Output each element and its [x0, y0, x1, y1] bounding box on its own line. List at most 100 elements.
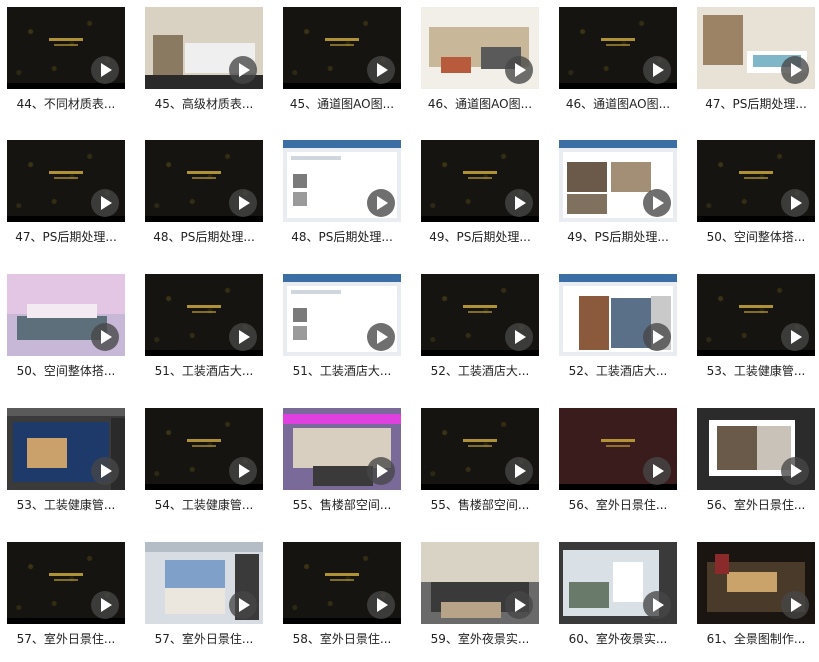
- video-title[interactable]: 47、PS后期处理...: [697, 96, 815, 112]
- play-icon[interactable]: [367, 56, 395, 84]
- video-card[interactable]: 47、PS后期处理...: [7, 140, 125, 260]
- play-icon[interactable]: [781, 457, 809, 485]
- video-thumbnail[interactable]: [559, 7, 677, 89]
- video-thumbnail[interactable]: [697, 7, 815, 89]
- video-title[interactable]: 47、PS后期处理...: [7, 229, 125, 245]
- video-title[interactable]: 52、工装酒店大...: [559, 363, 677, 379]
- play-icon[interactable]: [91, 591, 119, 619]
- play-icon[interactable]: [91, 56, 119, 84]
- video-title[interactable]: 52、工装酒店大...: [421, 363, 539, 379]
- video-thumbnail[interactable]: [145, 140, 263, 222]
- video-thumbnail[interactable]: [145, 274, 263, 356]
- video-title[interactable]: 57、室外日景住...: [7, 631, 125, 647]
- video-card[interactable]: 61、全景图制作...: [697, 542, 815, 662]
- video-title[interactable]: 59、室外夜景实...: [421, 631, 539, 647]
- video-card[interactable]: 57、室外日景住...: [145, 542, 263, 662]
- play-icon[interactable]: [91, 189, 119, 217]
- video-card[interactable]: 57、室外日景住...: [7, 542, 125, 662]
- video-thumbnail[interactable]: [697, 542, 815, 624]
- play-icon[interactable]: [643, 457, 671, 485]
- video-title[interactable]: 57、室外日景住...: [145, 631, 263, 647]
- play-icon[interactable]: [505, 56, 533, 84]
- video-card[interactable]: 58、室外日景住...: [283, 542, 401, 662]
- video-thumbnail[interactable]: [7, 274, 125, 356]
- video-title[interactable]: 61、全景图制作...: [697, 631, 815, 647]
- video-card[interactable]: 59、室外夜景实...: [421, 542, 539, 662]
- video-thumbnail[interactable]: [697, 274, 815, 356]
- play-icon[interactable]: [229, 457, 257, 485]
- video-card[interactable]: 48、PS后期处理...: [145, 140, 263, 260]
- video-title[interactable]: 46、通道图AO图...: [559, 96, 677, 112]
- play-icon[interactable]: [781, 56, 809, 84]
- video-title[interactable]: 45、高级材质表...: [145, 96, 263, 112]
- play-icon[interactable]: [643, 591, 671, 619]
- video-title[interactable]: 48、PS后期处理...: [283, 229, 401, 245]
- play-icon[interactable]: [367, 457, 395, 485]
- video-card[interactable]: 50、空间整体搭...: [7, 274, 125, 394]
- video-title[interactable]: 53、工装健康管...: [7, 497, 125, 513]
- video-title[interactable]: 46、通道图AO图...: [421, 96, 539, 112]
- video-thumbnail[interactable]: [145, 542, 263, 624]
- play-icon[interactable]: [229, 323, 257, 351]
- video-card[interactable]: 46、通道图AO图...: [421, 7, 539, 127]
- video-title[interactable]: 48、PS后期处理...: [145, 229, 263, 245]
- video-thumbnail[interactable]: [145, 408, 263, 490]
- video-card[interactable]: 53、工装健康管...: [7, 408, 125, 528]
- video-thumbnail[interactable]: [283, 542, 401, 624]
- video-thumbnail[interactable]: [421, 408, 539, 490]
- video-title[interactable]: 50、空间整体搭...: [7, 363, 125, 379]
- video-card[interactable]: 60、室外夜景实...: [559, 542, 677, 662]
- video-title[interactable]: 45、通道图AO图...: [283, 96, 401, 112]
- video-thumbnail[interactable]: [145, 7, 263, 89]
- video-title[interactable]: 50、空间整体搭...: [697, 229, 815, 245]
- video-thumbnail[interactable]: [283, 408, 401, 490]
- video-title[interactable]: 49、PS后期处理...: [421, 229, 539, 245]
- play-icon[interactable]: [367, 591, 395, 619]
- video-title[interactable]: 60、室外夜景实...: [559, 631, 677, 647]
- video-thumbnail[interactable]: [283, 7, 401, 89]
- video-card[interactable]: 53、工装健康管...: [697, 274, 815, 394]
- video-thumbnail[interactable]: [421, 7, 539, 89]
- video-thumbnail[interactable]: [283, 274, 401, 356]
- video-thumbnail[interactable]: [7, 140, 125, 222]
- video-card[interactable]: 47、PS后期处理...: [697, 7, 815, 127]
- play-icon[interactable]: [229, 56, 257, 84]
- play-icon[interactable]: [91, 323, 119, 351]
- video-thumbnail[interactable]: [7, 542, 125, 624]
- video-thumbnail[interactable]: [7, 7, 125, 89]
- video-title[interactable]: 44、不同材质表...: [7, 96, 125, 112]
- video-card[interactable]: 46、通道图AO图...: [559, 7, 677, 127]
- video-thumbnail[interactable]: [697, 408, 815, 490]
- video-card[interactable]: 50、空间整体搭...: [697, 140, 815, 260]
- play-icon[interactable]: [643, 56, 671, 84]
- video-thumbnail[interactable]: [559, 274, 677, 356]
- video-card[interactable]: 49、PS后期处理...: [421, 140, 539, 260]
- play-icon[interactable]: [781, 189, 809, 217]
- play-icon[interactable]: [505, 591, 533, 619]
- video-title[interactable]: 56、室外日景住...: [697, 497, 815, 513]
- play-icon[interactable]: [229, 189, 257, 217]
- video-title[interactable]: 51、工装酒店大...: [283, 363, 401, 379]
- video-thumbnail[interactable]: [7, 408, 125, 490]
- play-icon[interactable]: [781, 591, 809, 619]
- video-card[interactable]: 51、工装酒店大...: [145, 274, 263, 394]
- video-card[interactable]: 51、工装酒店大...: [283, 274, 401, 394]
- play-icon[interactable]: [505, 323, 533, 351]
- video-card[interactable]: 52、工装酒店大...: [421, 274, 539, 394]
- video-title[interactable]: 55、售楼部空间...: [421, 497, 539, 513]
- play-icon[interactable]: [781, 323, 809, 351]
- video-thumbnail[interactable]: [559, 542, 677, 624]
- video-card[interactable]: 56、室外日景住...: [697, 408, 815, 528]
- video-thumbnail[interactable]: [697, 140, 815, 222]
- video-card[interactable]: 55、售楼部空间...: [421, 408, 539, 528]
- video-title[interactable]: 53、工装健康管...: [697, 363, 815, 379]
- video-card[interactable]: 54、工装健康管...: [145, 408, 263, 528]
- video-card[interactable]: 56、室外日景住...: [559, 408, 677, 528]
- video-thumbnail[interactable]: [421, 542, 539, 624]
- video-thumbnail[interactable]: [421, 140, 539, 222]
- play-icon[interactable]: [91, 457, 119, 485]
- video-thumbnail[interactable]: [283, 140, 401, 222]
- video-card[interactable]: 48、PS后期处理...: [283, 140, 401, 260]
- video-card[interactable]: 44、不同材质表...: [7, 7, 125, 127]
- play-icon[interactable]: [367, 323, 395, 351]
